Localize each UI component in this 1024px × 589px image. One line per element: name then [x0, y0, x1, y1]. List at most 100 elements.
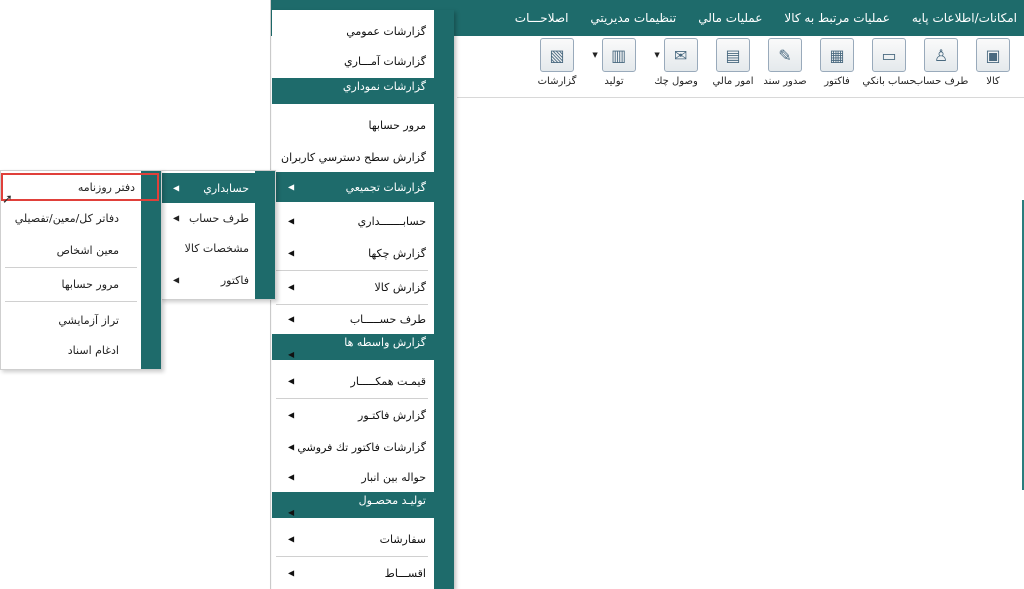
menu-item-label: گزارشات تجمیعي	[345, 180, 426, 194]
menu-item-invoice-report[interactable]: گزارش فاکتـور ◀	[272, 400, 434, 430]
cumulative-reports-submenu: حسابداري ◀ طرف حساب ◀ مشخصات کالا فاکتور…	[160, 170, 276, 300]
check-icon: ✉	[663, 38, 698, 72]
toolbar-button-bank-account[interactable]: ▭ حساب بانکي	[862, 38, 916, 87]
menu-item-label: قیمـت همکـــــار	[350, 374, 426, 388]
menu-corrections[interactable]: اصلاحـــات	[515, 11, 569, 25]
toolbar-label: تولید	[604, 76, 624, 87]
menu-item-label: گزارش سطح دسترسي کاربران	[281, 150, 426, 164]
menu-item-installments[interactable]: اقســـاط ◀	[272, 558, 434, 588]
submenu-arrow-icon: ◀	[288, 248, 295, 258]
menu-item-label: اقســـاط	[384, 566, 426, 580]
section-label: تولیـد محصـول	[358, 494, 426, 507]
toolbar-button-financial[interactable]: ▤ امور مالي	[707, 38, 759, 87]
toolbar-label: فاکتور	[824, 76, 850, 87]
menu-management-settings[interactable]: تنظیمات مدیریتي	[590, 11, 676, 25]
menu-goods-operations[interactable]: عملیات مرتبط به کالا	[784, 11, 889, 25]
menu-item-statistical-reports[interactable]: گزارشات آمـــاري	[272, 46, 434, 76]
document-edit-icon: ✎	[768, 38, 802, 72]
calculator-icon: ▤	[716, 38, 750, 72]
menu-item-general-reports[interactable]: گزارشات عمومي	[272, 16, 434, 46]
submenu-item-journal[interactable]: دفتر روزنامه	[1, 173, 159, 201]
submenu-item-person-detail[interactable]: معین اشخاص	[1, 235, 141, 265]
toolbar-divider	[457, 97, 1024, 98]
person-icon: ♙	[924, 38, 958, 72]
menu-item-label: طرف حســـــاب	[349, 312, 426, 326]
submenu-item-accounting[interactable]: حسابداري ◀	[161, 173, 275, 203]
submenu-arrow-icon: ◀	[173, 275, 180, 285]
menu-item-label: مشخصات کالا	[184, 241, 249, 255]
section-label: گزارش واسطه ها	[344, 336, 426, 349]
submenu-item-goods-specs[interactable]: مشخصات کالا	[161, 233, 255, 263]
menu-item-label: حسابداري	[203, 181, 249, 195]
menu-item-cumulative-reports[interactable]: گزارشات تجمیعي ◀	[272, 172, 454, 202]
toolbar-label: صدور سند	[763, 76, 807, 87]
submenu-item-merge-documents[interactable]: ادغام اسناد	[1, 335, 141, 365]
toolbar-button-cheque-collection[interactable]: ✉ ▼ وصول چك	[645, 38, 707, 87]
submenu-arrow-icon: ◀	[288, 282, 295, 292]
menu-item-goods-report[interactable]: گزارش کالا ◀	[272, 272, 434, 302]
menu-item-label: حسابـــــــداري	[357, 214, 426, 228]
submenu-item-accounts-review[interactable]: مرور حسابها	[1, 269, 141, 299]
menu-item-orders[interactable]: سفارشات ◀	[272, 524, 434, 554]
menu-item-label: ادغام اسناد	[67, 343, 119, 357]
section-header-broker-reports[interactable]: گزارش واسطه ها ◀	[272, 334, 454, 360]
reports-dropdown-menu: گزارشات عمومي گزارشات آمـــاري گزارشات ن…	[272, 10, 454, 589]
menu-item-partner-price[interactable]: قیمـت همکـــــار ◀	[272, 366, 434, 396]
menu-item-party[interactable]: طرف حســـــاب ◀	[272, 304, 434, 334]
menu-item-warehouse-transfer[interactable]: حواله بین انبار ◀	[272, 462, 434, 492]
menu-item-label: گزارش فاکتـور	[358, 408, 426, 422]
submenu-arrow-icon: ◀	[288, 314, 295, 324]
toolbar-label: وصول چك	[654, 76, 698, 87]
report-chart-icon: ▧	[540, 38, 574, 72]
factory-icon: ▥	[601, 38, 636, 72]
menu-item-label: دفتر روزنامه	[77, 180, 135, 194]
menu-item-label: گزارشات عمومي	[346, 24, 426, 38]
submenu-arrow-icon: ◀	[288, 442, 295, 452]
menu-item-label: معین اشخاص	[56, 243, 119, 257]
section-header-chart-reports: گزارشات نموداري	[272, 78, 454, 104]
menu-item-accounts-review[interactable]: مرور حسابها	[272, 110, 434, 140]
dropdown-arrow-icon[interactable]: ▼	[654, 51, 659, 59]
menu-financial-operations[interactable]: عملیات مالي	[698, 11, 762, 25]
toolbar-label: طرف حساب	[913, 76, 969, 87]
invoice-icon: ▦	[820, 38, 854, 72]
menu-item-single-invoice-reports[interactable]: گزارشات فاکتور تك فروشي ◀	[272, 432, 434, 462]
menu-divider	[276, 398, 428, 399]
submenu-item-ledgers[interactable]: دفاتر کل/معین/تفصیلي	[1, 203, 141, 233]
submenu-arrow-icon: ◀	[173, 213, 180, 223]
submenu-item-party[interactable]: طرف حساب ◀	[161, 203, 255, 233]
menu-item-label: طرف حساب	[188, 211, 249, 225]
toolbar-button-issue-document[interactable]: ✎ صدور سند	[759, 38, 811, 87]
submenu-item-invoice[interactable]: فاکتور ◀	[161, 265, 255, 295]
menu-item-label: گزارشات فاکتور تك فروشي	[297, 440, 426, 454]
menu-item-accounting[interactable]: حسابـــــــداري ◀	[272, 206, 434, 236]
menu-item-label: فاکتور	[220, 273, 249, 287]
dropdown-arrow-icon[interactable]: ▼	[592, 51, 597, 59]
menu-item-label: گزارش کالا	[374, 280, 426, 294]
submenu-arrow-icon: ◀	[288, 182, 295, 192]
toolbar-label: کالا	[986, 76, 1000, 87]
toolbar-button-party[interactable]: ♙ طرف حساب	[913, 38, 969, 87]
toolbar-button-goods[interactable]: ▣ کالا	[967, 38, 1019, 87]
submenu-arrow-icon: ◀	[288, 376, 295, 386]
submenu-arrow-icon: ◀	[288, 350, 295, 359]
toolbar-button-production[interactable]: ▥ ▼ تولید	[583, 38, 645, 87]
submenu-arrow-icon: ◀	[288, 472, 295, 482]
toolbar-label: امور مالي	[712, 76, 754, 87]
submenu-item-trial-balance[interactable]: تراز آزمایشي	[1, 305, 141, 335]
submenu-arrow-icon: ◀	[288, 568, 295, 578]
menu-item-label: تراز آزمایشي	[58, 313, 119, 327]
menu-item-cheques-report[interactable]: گزارش چکها ◀	[272, 238, 434, 268]
menu-item-label: گزارش چکها	[368, 246, 426, 260]
menu-basic-info[interactable]: امکانات/اطلاعات پایه	[912, 11, 1017, 25]
toolbar-button-invoice[interactable]: ▦ فاکتور	[811, 38, 863, 87]
toolbar-button-reports[interactable]: ▧ گزارشات	[531, 38, 583, 87]
toolbar-label: حساب بانکي	[862, 76, 916, 87]
submenu-arrow-icon: ◀	[288, 508, 295, 517]
submenu-arrow-icon: ◀	[173, 183, 180, 193]
bank-card-icon: ▭	[872, 38, 906, 72]
menu-item-label: سفارشات	[379, 532, 426, 546]
menu-item-label: مرور حسابها	[368, 118, 426, 132]
section-header-production[interactable]: تولیـد محصـول ◀	[272, 492, 454, 518]
menu-item-user-access-report[interactable]: گزارش سطح دسترسي کاربران	[272, 142, 434, 172]
